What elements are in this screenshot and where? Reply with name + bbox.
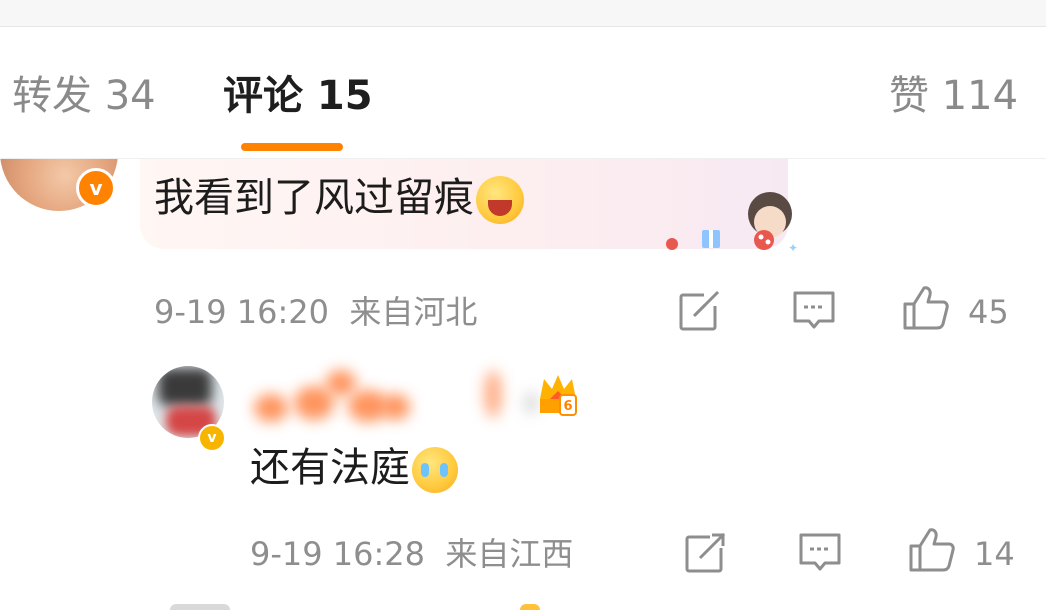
comment-time: 9-19 16:28 xyxy=(250,535,426,573)
comment-meta: 9-19 16:28 来自江西 xyxy=(250,534,573,574)
reply-icon[interactable] xyxy=(792,290,836,332)
tab-like[interactable]: 赞 114 xyxy=(889,70,1018,122)
laugh-emoji-icon xyxy=(476,176,524,224)
comment-location: 来自江西 xyxy=(445,535,574,573)
tab-comment[interactable]: 评论 15 xyxy=(223,70,373,122)
comment-text-content: 我看到了风过留痕 xyxy=(154,175,474,221)
crying-emoji-icon xyxy=(412,447,458,493)
like-count: 45 xyxy=(968,293,1009,331)
member-level-badge-icon: 6 xyxy=(540,375,577,416)
comment-location: 来自河北 xyxy=(349,293,478,331)
member-level-badge-icon xyxy=(520,604,540,610)
like-icon[interactable] xyxy=(908,526,956,574)
top-strip xyxy=(0,0,1046,27)
comment-meta: 9-19 16:20 来自河北 xyxy=(154,292,477,332)
verified-badge-icon: v xyxy=(76,168,116,208)
comment-text: 我看到了风过留痕 xyxy=(154,172,524,224)
decorative-sticker-icon: ✦ xyxy=(666,192,798,255)
tab-repost[interactable]: 转发 34 xyxy=(12,70,156,122)
username-blurred[interactable] xyxy=(252,366,552,426)
like-icon[interactable] xyxy=(902,284,950,332)
share-icon[interactable] xyxy=(678,290,722,332)
comment-text: 还有法庭 xyxy=(250,442,458,494)
svg-text:✦: ✦ xyxy=(788,241,798,255)
active-tab-indicator xyxy=(241,143,343,151)
avatar[interactable] xyxy=(170,604,230,610)
comment-text-content: 还有法庭 xyxy=(250,445,410,491)
comment-time: 9-19 16:20 xyxy=(154,293,330,331)
verified-badge-icon: v xyxy=(198,424,226,452)
like-count: 14 xyxy=(974,535,1015,573)
member-level-number: 6 xyxy=(563,399,572,414)
share-icon[interactable] xyxy=(684,532,728,574)
reply-icon[interactable] xyxy=(798,532,842,574)
